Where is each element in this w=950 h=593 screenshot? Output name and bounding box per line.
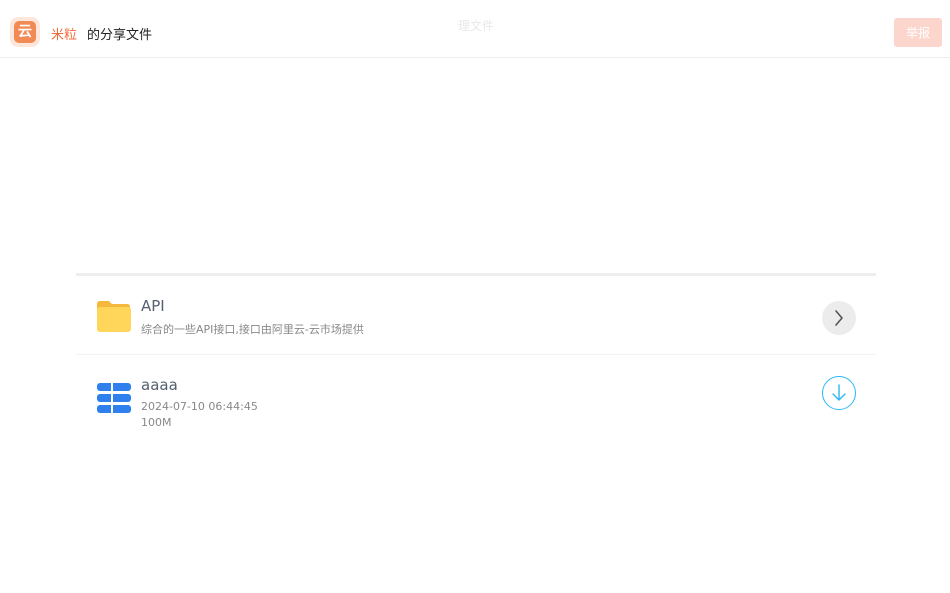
- app-logo[interactable]: 云: [10, 17, 40, 47]
- file-size: 100M: [141, 416, 172, 429]
- server-stack-icon: [97, 383, 131, 413]
- file-row-content: aaaa 2024-07-10 06:44:45 100M: [76, 276, 876, 446]
- file-date: 2024-07-10 06:44:45: [141, 400, 258, 413]
- faded-title: 理文件: [458, 19, 495, 33]
- cloud-logo-icon: 云: [14, 21, 36, 43]
- owner-name[interactable]: 米粒: [51, 24, 77, 43]
- file-name: aaaa: [141, 376, 178, 394]
- top-bar: 云 米粒 的分享文件 理文件 举报: [0, 0, 950, 58]
- report-button[interactable]: 举报: [894, 18, 942, 47]
- download-arrow-icon: [832, 384, 846, 401]
- download-button[interactable]: [822, 376, 856, 410]
- share-label: 的分享文件: [87, 28, 153, 43]
